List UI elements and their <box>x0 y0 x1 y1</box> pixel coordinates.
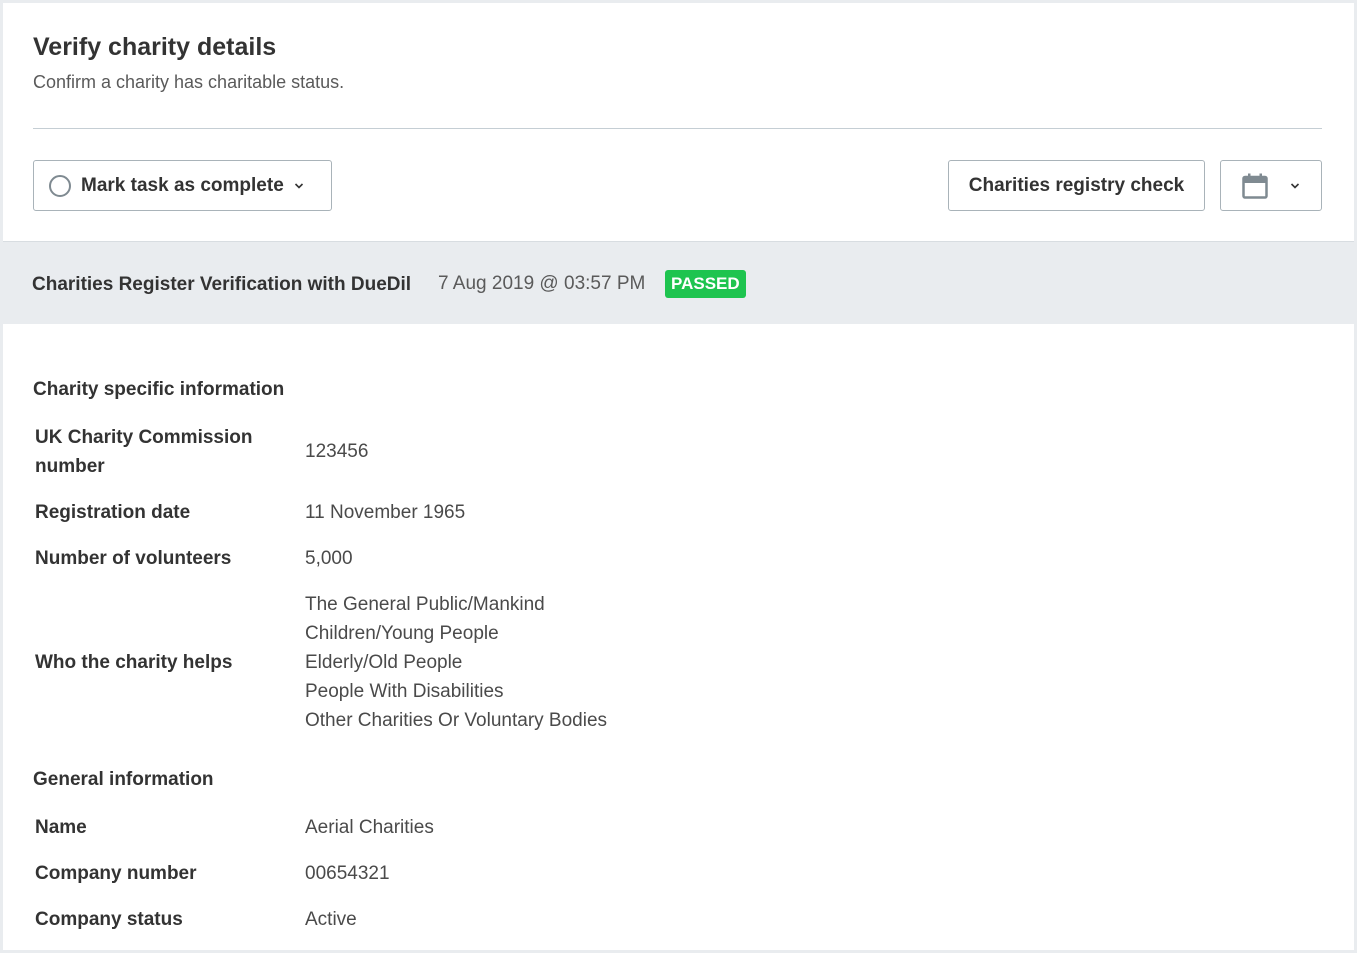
name-label: Name <box>35 817 87 838</box>
charity-section-title: Charity specific information <box>33 379 285 400</box>
who-helps-list: The General Public/Mankind Children/Youn… <box>305 590 607 735</box>
registration-date-value: 11 November 1965 <box>305 502 466 523</box>
commission-number-value: 123456 <box>305 441 369 462</box>
verification-timestamp: 7 Aug 2019 @ 03:57 PM <box>438 273 646 294</box>
mark-complete-button[interactable]: Mark task as complete <box>33 160 332 211</box>
calendar-icon <box>1242 173 1268 199</box>
registration-date-label: Registration date <box>35 502 191 523</box>
registry-check-label: Charities registry check <box>968 174 1185 196</box>
task-card: Verify charity details Confirm a charity… <box>3 3 1354 950</box>
status-badge: PASSED <box>665 270 746 298</box>
company-status-value: Active <box>305 909 357 930</box>
who-helps-item: Children/Young People <box>305 623 499 644</box>
page-subtitle: Confirm a charity has charitable status. <box>33 72 345 92</box>
verification-result-bar: Charities Register Verification with Due… <box>3 241 1354 324</box>
calendar-dropdown-button[interactable] <box>1220 160 1322 211</box>
chevron-down-icon <box>1290 182 1300 189</box>
who-helps-item: Elderly/Old People <box>305 652 463 673</box>
company-number-value: 00654321 <box>305 863 390 884</box>
incomplete-circle-icon <box>49 174 71 197</box>
who-helps-item: Other Charities Or Voluntary Bodies <box>305 710 608 731</box>
charities-registry-check-button[interactable]: Charities registry check <box>948 160 1205 211</box>
who-helps-item: The General Public/Mankind <box>305 594 545 615</box>
name-value: Aerial Charities <box>305 817 434 838</box>
chevron-down-icon <box>294 182 303 189</box>
who-helps-item: People With Disabilities <box>305 681 504 702</box>
commission-number-label: UK Charity Commission number <box>35 423 252 481</box>
general-section-title: General information <box>33 769 214 790</box>
volunteers-value: 5,000 <box>305 548 353 569</box>
mark-complete-label: Mark task as complete <box>81 174 284 196</box>
commission-label-line-1: UK Charity Commission <box>35 427 253 448</box>
header-divider <box>33 128 1322 129</box>
who-helps-label: Who the charity helps <box>35 652 233 673</box>
company-status-label: Company status <box>35 909 183 930</box>
commission-label-line-2: number <box>35 456 105 477</box>
company-number-label: Company number <box>35 863 197 884</box>
volunteers-label: Number of volunteers <box>35 548 232 569</box>
page-title: Verify charity details <box>33 33 277 61</box>
verification-title: Charities Register Verification with Due… <box>32 274 412 295</box>
